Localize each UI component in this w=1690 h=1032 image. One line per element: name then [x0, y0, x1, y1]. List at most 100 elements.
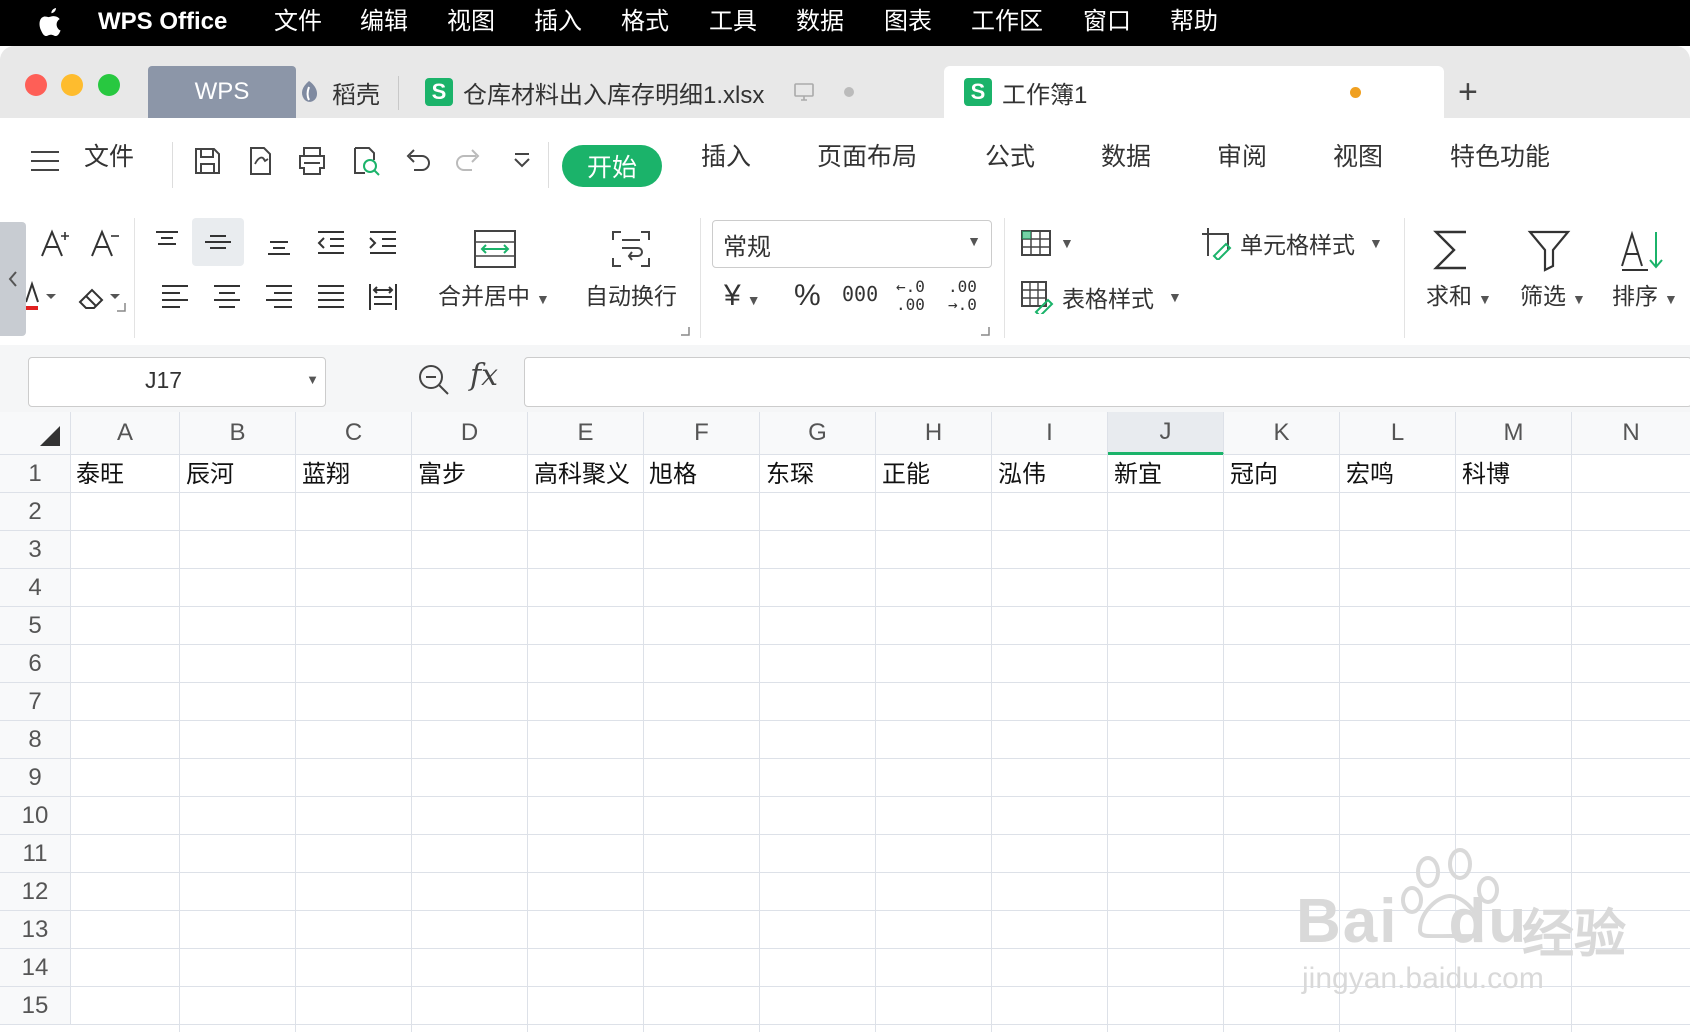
row-header-7[interactable]: 7 [0, 683, 71, 721]
column-header-e[interactable]: E [528, 412, 644, 455]
cell-h1[interactable]: 正能 [882, 455, 930, 493]
cell-k1[interactable]: 冠向 [1230, 455, 1278, 493]
increase-indent-icon[interactable] [366, 226, 400, 260]
ribbon-tab-view[interactable]: 视图 [1333, 140, 1383, 174]
column-header-g[interactable]: G [760, 412, 876, 455]
thousands-separator-button[interactable]: 000 [842, 278, 878, 310]
hamburger-menu-icon[interactable] [28, 144, 62, 178]
menu-insert[interactable]: 插入 [534, 5, 582, 39]
tab-file-inventory[interactable]: S 仓库材料出入库存明细1.xlsx [425, 66, 855, 118]
menu-workspace[interactable]: 工作区 [971, 5, 1043, 39]
menu-file[interactable]: 文件 [274, 5, 322, 39]
decrease-font-size-icon[interactable] [88, 226, 122, 260]
print-icon[interactable] [295, 144, 329, 178]
menu-window[interactable]: 窗口 [1083, 5, 1131, 39]
export-pdf-icon[interactable] [243, 144, 277, 178]
font-color-icon[interactable] [26, 280, 62, 314]
decrease-indent-icon[interactable] [314, 226, 348, 260]
close-window-button[interactable] [25, 74, 47, 96]
tab-close-dot[interactable] [844, 87, 855, 97]
ribbon-tab-formulas[interactable]: 公式 [985, 140, 1035, 174]
sort-button[interactable]: 排序 ▼ [1612, 280, 1678, 315]
row-header-4[interactable]: 4 [0, 569, 71, 607]
number-dialog-launcher-icon[interactable] [980, 326, 990, 336]
column-header-d[interactable]: D [412, 412, 528, 455]
decrease-decimal-button[interactable]: .00 →.0 [948, 278, 977, 314]
column-header-h[interactable]: H [876, 412, 992, 455]
cell-d1[interactable]: 富步 [418, 455, 466, 493]
sum-button[interactable]: 求和 ▼ [1426, 280, 1492, 315]
column-header-j[interactable]: J [1108, 412, 1224, 455]
ribbon-scroll-left-button[interactable] [0, 222, 26, 336]
column-header-l[interactable]: L [1340, 412, 1456, 455]
sort-icon[interactable] [1618, 226, 1668, 274]
quick-access-dropdown-icon[interactable] [505, 144, 539, 178]
menu-help[interactable]: 帮助 [1170, 5, 1218, 39]
row-header-2[interactable]: 2 [0, 493, 71, 531]
zoom-search-icon[interactable] [416, 362, 452, 398]
ribbon-tab-page-layout[interactable]: 页面布局 [817, 140, 917, 174]
increase-font-size-icon[interactable] [38, 226, 72, 260]
menu-edit[interactable]: 编辑 [360, 5, 408, 39]
cell-i1[interactable]: 泓伟 [998, 455, 1046, 493]
ribbon-tab-data[interactable]: 数据 [1101, 140, 1151, 174]
row-header-13[interactable]: 13 [0, 911, 71, 949]
cell-style-button[interactable]: 单元格样式 ▼ [1200, 226, 1383, 260]
select-all-corner[interactable] [0, 412, 71, 455]
row-header-6[interactable]: 6 [0, 645, 71, 683]
file-menu-label[interactable]: 文件 [84, 140, 134, 174]
formula-input[interactable] [524, 357, 1690, 407]
menu-tools[interactable]: 工具 [709, 5, 757, 39]
ribbon-tab-special-features[interactable]: 特色功能 [1450, 140, 1550, 174]
align-center-icon[interactable] [210, 280, 244, 314]
column-header-i[interactable]: I [992, 412, 1108, 455]
new-tab-button[interactable]: + [1458, 66, 1478, 118]
cell-a1[interactable]: 泰旺 [76, 455, 124, 493]
ribbon-tab-insert[interactable]: 插入 [701, 140, 751, 174]
maximize-window-button[interactable] [98, 74, 120, 96]
undo-icon[interactable] [400, 144, 434, 178]
menu-app-name[interactable]: WPS Office [98, 5, 227, 39]
cell-m1[interactable]: 科博 [1462, 455, 1510, 493]
save-icon[interactable] [190, 144, 224, 178]
cell-c1[interactable]: 蓝翔 [302, 455, 350, 493]
increase-decimal-button[interactable]: ←.0 .00 [896, 278, 925, 314]
column-header-a[interactable]: A [71, 412, 180, 455]
alignment-dialog-launcher-icon[interactable] [680, 326, 690, 336]
name-box[interactable]: J17 ▼ [28, 357, 326, 407]
row-header-11[interactable]: 11 [0, 835, 71, 873]
cell-g1[interactable]: 东琛 [766, 455, 814, 493]
align-top-icon[interactable] [150, 226, 184, 260]
justify-icon[interactable] [314, 280, 348, 314]
column-header-b[interactable]: B [180, 412, 296, 455]
ribbon-tab-home[interactable]: 开始 [562, 145, 662, 187]
row-header-5[interactable]: 5 [0, 607, 71, 645]
align-bottom-icon[interactable] [262, 226, 296, 260]
menu-chart[interactable]: 图表 [884, 5, 932, 39]
row-header-9[interactable]: 9 [0, 759, 71, 797]
filter-icon[interactable] [1526, 226, 1572, 274]
merge-center-icon[interactable] [472, 228, 518, 270]
cell-j1[interactable]: 新宜 [1114, 455, 1162, 493]
conditional-format-button[interactable]: ▼ [1020, 228, 1074, 258]
row-header-1[interactable]: 1 [0, 455, 71, 493]
insert-function-button[interactable]: fx [470, 358, 498, 393]
row-header-10[interactable]: 10 [0, 797, 71, 835]
wrap-text-icon[interactable] [608, 228, 654, 270]
column-header-c[interactable]: C [296, 412, 412, 455]
tab-workbook1[interactable]: S 工作簿1 [944, 66, 1444, 118]
print-preview-icon[interactable] [348, 144, 382, 178]
align-right-icon[interactable] [262, 280, 296, 314]
column-header-f[interactable]: F [644, 412, 760, 455]
tab-docer[interactable]: 稻壳 [296, 66, 380, 118]
minimize-window-button[interactable] [61, 74, 83, 96]
menu-data[interactable]: 数据 [796, 5, 844, 39]
currency-format-button[interactable]: ¥ ▼ [724, 280, 761, 316]
redo-icon[interactable] [452, 144, 486, 178]
column-header-k[interactable]: K [1224, 412, 1340, 455]
table-style-button[interactable]: 表格样式 ▼ [1020, 280, 1182, 314]
align-left-icon[interactable] [158, 280, 192, 314]
tab-wps-home[interactable]: WPS [148, 66, 296, 118]
menu-format[interactable]: 格式 [621, 5, 669, 39]
font-dialog-launcher-icon[interactable] [116, 302, 126, 312]
